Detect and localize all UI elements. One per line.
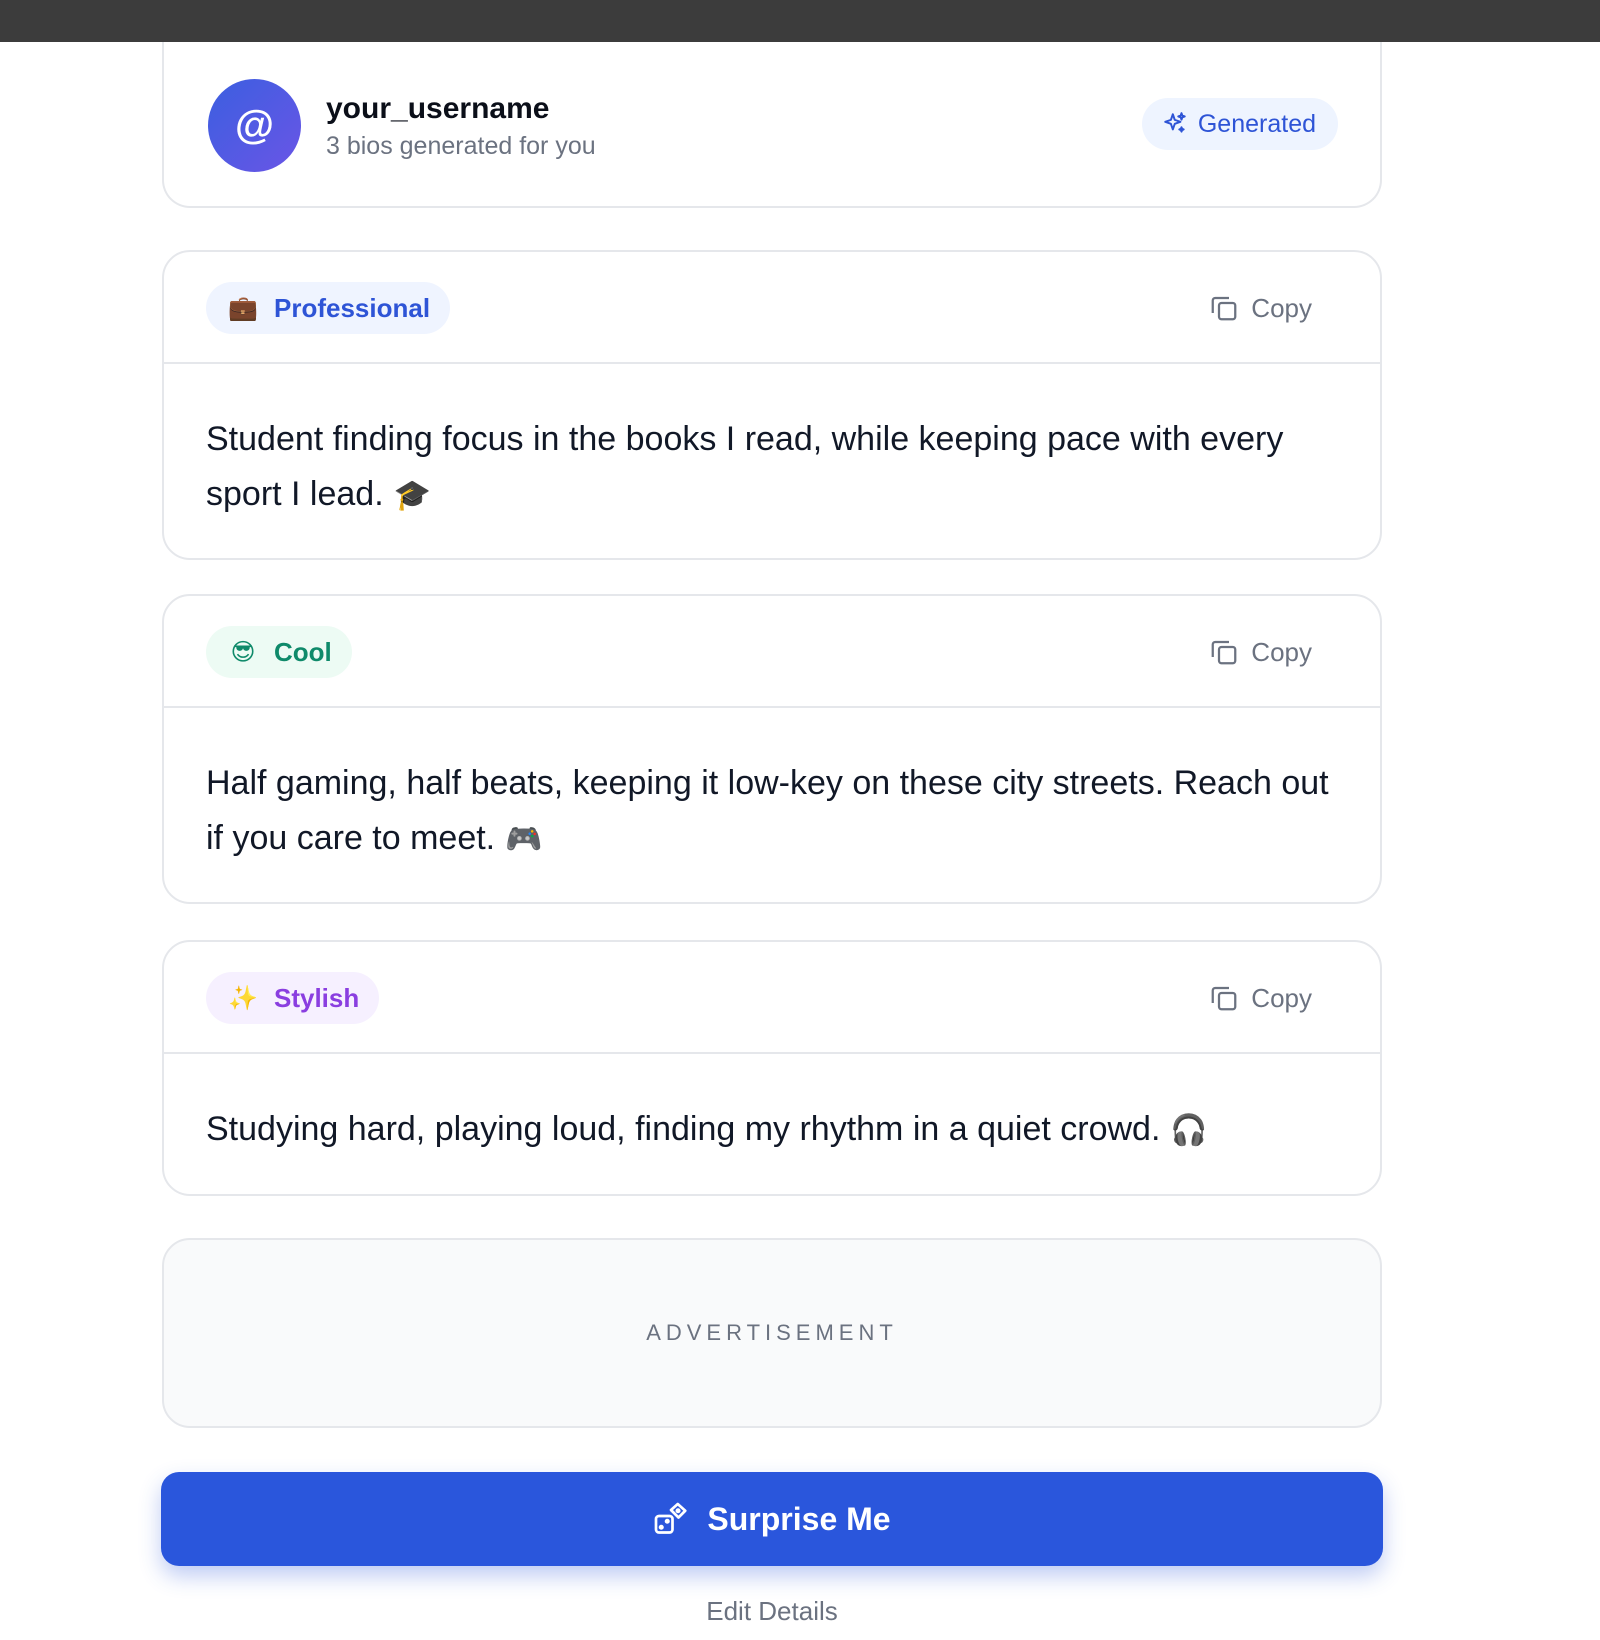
bio-card-stylish: ✨ Stylish Copy Studying hard, playing lo… bbox=[162, 940, 1382, 1196]
game-controller-icon: 🎮 bbox=[505, 823, 543, 856]
generated-badge-label: Generated bbox=[1197, 109, 1316, 138]
edit-details-link[interactable]: Edit Details bbox=[162, 1596, 1382, 1627]
bio-text: Half gaming, half beats, keeping it low-… bbox=[206, 764, 1329, 857]
copy-button-cool[interactable]: Copy bbox=[1209, 634, 1312, 670]
bio-text: Student finding focus in the books I rea… bbox=[206, 420, 1284, 513]
tag-cool: 😎 Cool bbox=[206, 626, 352, 678]
tag-professional: 💼 Professional bbox=[206, 282, 451, 334]
surprise-me-button[interactable]: Surprise Me bbox=[161, 1472, 1383, 1566]
bios-count-subtitle: 3 bios generated for you bbox=[326, 132, 596, 160]
tag-label: Cool bbox=[274, 636, 332, 667]
copy-icon bbox=[1211, 986, 1237, 1011]
bio-text-stylish: Studying hard, playing loud, finding my … bbox=[164, 1054, 1380, 1158]
user-summary-card: @ your_username 3 bios generated for you… bbox=[162, 42, 1382, 208]
advertisement-slot: ADVERTISEMENT bbox=[162, 1238, 1382, 1428]
copy-label: Copy bbox=[1251, 292, 1312, 323]
bio-text: Studying hard, playing loud, finding my … bbox=[206, 1110, 1161, 1148]
username: your_username bbox=[326, 92, 550, 125]
copy-label: Copy bbox=[1251, 636, 1312, 667]
dice-icon bbox=[655, 1502, 688, 1534]
bio-text-professional: Student finding focus in the books I rea… bbox=[164, 364, 1380, 523]
copy-icon bbox=[1211, 296, 1237, 321]
sparkles-emoji-icon: ✨ bbox=[228, 984, 258, 1012]
headphones-icon: 🎧 bbox=[1170, 1114, 1208, 1147]
copy-label: Copy bbox=[1251, 982, 1312, 1013]
copy-icon bbox=[1211, 640, 1237, 665]
browser-top-bar bbox=[0, 0, 1600, 42]
generated-badge: Generated bbox=[1141, 98, 1338, 150]
tag-label: Professional bbox=[274, 292, 431, 323]
sparkles-icon bbox=[1164, 112, 1186, 133]
sunglasses-face-icon: 😎 bbox=[230, 638, 256, 666]
bio-card-cool: 😎 Cool Copy Half gaming, half beats, kee… bbox=[162, 594, 1382, 904]
surprise-me-label: Surprise Me bbox=[707, 1500, 891, 1537]
bio-card-professional: 💼 Professional Copy Student finding focu… bbox=[162, 250, 1382, 560]
tag-stylish: ✨ Stylish bbox=[206, 972, 380, 1024]
advertisement-label: ADVERTISEMENT bbox=[646, 1320, 898, 1345]
graduation-cap-icon: 🎓 bbox=[393, 479, 432, 512]
bio-text-cool: Half gaming, half beats, keeping it low-… bbox=[164, 708, 1380, 867]
avatar: @ bbox=[208, 79, 301, 172]
copy-button-professional[interactable]: Copy bbox=[1209, 290, 1312, 326]
copy-button-stylish[interactable]: Copy bbox=[1209, 980, 1312, 1016]
briefcase-icon: 💼 bbox=[228, 294, 258, 322]
tag-label: Stylish bbox=[274, 982, 360, 1013]
